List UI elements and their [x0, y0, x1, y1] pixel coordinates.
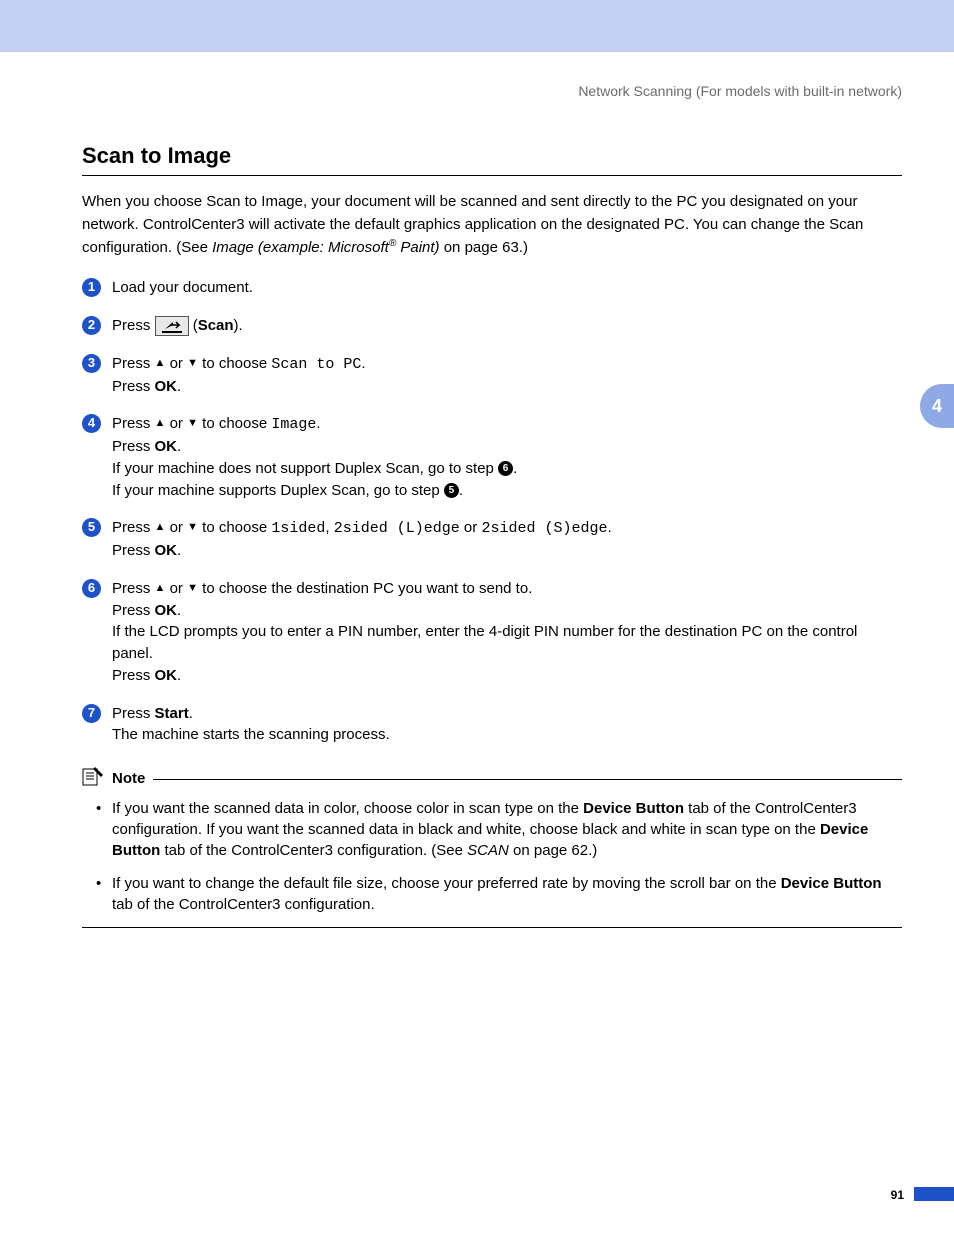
- step-2-paren-close: ).: [234, 317, 243, 334]
- step-4-press: Press: [112, 415, 155, 432]
- running-header: Network Scanning (For models with built-…: [82, 52, 902, 141]
- note-rule-bottom: [82, 927, 902, 928]
- step-6-press: Press: [112, 580, 155, 597]
- page-number: 91: [891, 1187, 904, 1203]
- note-icon: [82, 766, 104, 792]
- step-4-line3: If your machine does not support Duplex …: [112, 460, 498, 477]
- step-3-line2b: .: [177, 378, 181, 395]
- step-5-line2a: Press: [112, 542, 155, 559]
- note-list: If you want the scanned data in color, c…: [82, 798, 902, 915]
- step-3-ok: OK: [155, 378, 178, 395]
- step-4-end: .: [316, 415, 320, 432]
- step-5-end: .: [607, 519, 611, 536]
- step-2-scan-label: Scan: [198, 317, 234, 334]
- intro-link-post: Paint): [396, 239, 439, 256]
- step-6-ok4: OK: [155, 667, 178, 684]
- step-number-badge: 4: [82, 414, 101, 433]
- intro-text-2: on page 63.): [440, 239, 528, 256]
- step-7-line2: The machine starts the scanning process.: [112, 726, 390, 743]
- step-ref-5: 5: [444, 483, 459, 498]
- down-triangle-icon: ▼: [187, 357, 198, 369]
- step-5-press: Press: [112, 519, 155, 536]
- step-6-line4b: .: [177, 667, 181, 684]
- step-6-line4a: Press: [112, 667, 155, 684]
- step-4-or: or: [165, 415, 187, 432]
- step-3-end: .: [361, 355, 365, 372]
- step-4-line2a: Press: [112, 438, 155, 455]
- step-6-line2b: .: [177, 602, 181, 619]
- step-3: 3 Press ▲ or ▼ to choose Scan to PC. Pre…: [82, 353, 902, 398]
- page-body: Network Scanning (For models with built-…: [0, 52, 954, 1235]
- up-triangle-icon: ▲: [155, 521, 166, 533]
- step-5-line2b: .: [177, 542, 181, 559]
- step-3-line2a: Press: [112, 378, 155, 395]
- step-3-press: Press: [112, 355, 155, 372]
- step-5-sep2: or: [460, 519, 482, 536]
- step-4-line3end: .: [513, 460, 517, 477]
- step-5-ok: OK: [155, 542, 178, 559]
- note-item-2: If you want to change the default file s…: [102, 873, 902, 915]
- step-number-badge: 7: [82, 704, 101, 723]
- step-5-or: or: [165, 519, 187, 536]
- step-6-line2a: Press: [112, 602, 155, 619]
- step-4-line4: If your machine supports Duplex Scan, go…: [112, 482, 444, 499]
- step-number-badge: 2: [82, 316, 101, 335]
- step-7-start: Start: [155, 705, 189, 722]
- note-rule-top: [153, 779, 902, 780]
- step-7-end: .: [189, 705, 193, 722]
- note-block: Note If you want the scanned data in col…: [82, 766, 902, 928]
- step-5: 5 Press ▲ or ▼ to choose 1sided, 2sided …: [82, 517, 902, 562]
- step-6-line3: If the LCD prompts you to enter a PIN nu…: [112, 623, 857, 662]
- step-number-badge: 5: [82, 518, 101, 537]
- step-3-choose: to choose: [198, 355, 271, 372]
- up-triangle-icon: ▲: [155, 357, 166, 369]
- step-6-or: or: [165, 580, 187, 597]
- intro-paragraph: When you choose Scan to Image, your docu…: [82, 190, 902, 260]
- note-title: Note: [112, 769, 145, 789]
- step-2: 2 Press (Scan).: [82, 315, 902, 337]
- step-5-opt3: 2sided (S)edge: [481, 520, 607, 537]
- step-1-text: Load your document.: [112, 279, 253, 296]
- step-2-press: Press: [112, 317, 155, 334]
- step-7: 7 Press Start. The machine starts the sc…: [82, 703, 902, 747]
- step-ref-6: 6: [498, 461, 513, 476]
- step-4-line2b: .: [177, 438, 181, 455]
- down-triangle-icon: ▼: [187, 582, 198, 594]
- step-4: 4 Press ▲ or ▼ to choose Image. Press OK…: [82, 413, 902, 501]
- step-3-option: Scan to PC: [271, 356, 361, 373]
- step-6-choose: to choose the destination PC you want to…: [198, 580, 532, 597]
- step-5-choose: to choose: [198, 519, 271, 536]
- top-bar: [0, 0, 954, 52]
- step-number-badge: 6: [82, 579, 101, 598]
- step-4-choose: to choose: [198, 415, 271, 432]
- up-triangle-icon: ▲: [155, 582, 166, 594]
- down-triangle-icon: ▼: [187, 417, 198, 429]
- chapter-tab: 4: [920, 384, 954, 428]
- step-4-ok: OK: [155, 438, 178, 455]
- page-number-tab: [914, 1187, 954, 1201]
- step-5-opt2: 2sided (L)edge: [334, 520, 460, 537]
- scan-icon: [155, 316, 189, 336]
- down-triangle-icon: ▼: [187, 521, 198, 533]
- step-5-sep1: ,: [325, 519, 333, 536]
- step-6-ok: OK: [155, 602, 178, 619]
- step-number-badge: 3: [82, 354, 101, 373]
- step-6: 6 Press ▲ or ▼ to choose the destination…: [82, 578, 902, 687]
- up-triangle-icon: ▲: [155, 417, 166, 429]
- step-4-option: Image: [271, 416, 316, 433]
- step-1: 1 Load your document.: [82, 277, 902, 299]
- section-title: Scan to Image: [82, 141, 902, 176]
- step-4-line4end: .: [459, 482, 463, 499]
- intro-link-pre: Image (example: Microsoft: [212, 239, 389, 256]
- step-number-badge: 1: [82, 278, 101, 297]
- note-item-1: If you want the scanned data in color, c…: [102, 798, 902, 861]
- step-3-or: or: [165, 355, 187, 372]
- step-5-opt1: 1sided: [271, 520, 325, 537]
- step-7-press: Press: [112, 705, 155, 722]
